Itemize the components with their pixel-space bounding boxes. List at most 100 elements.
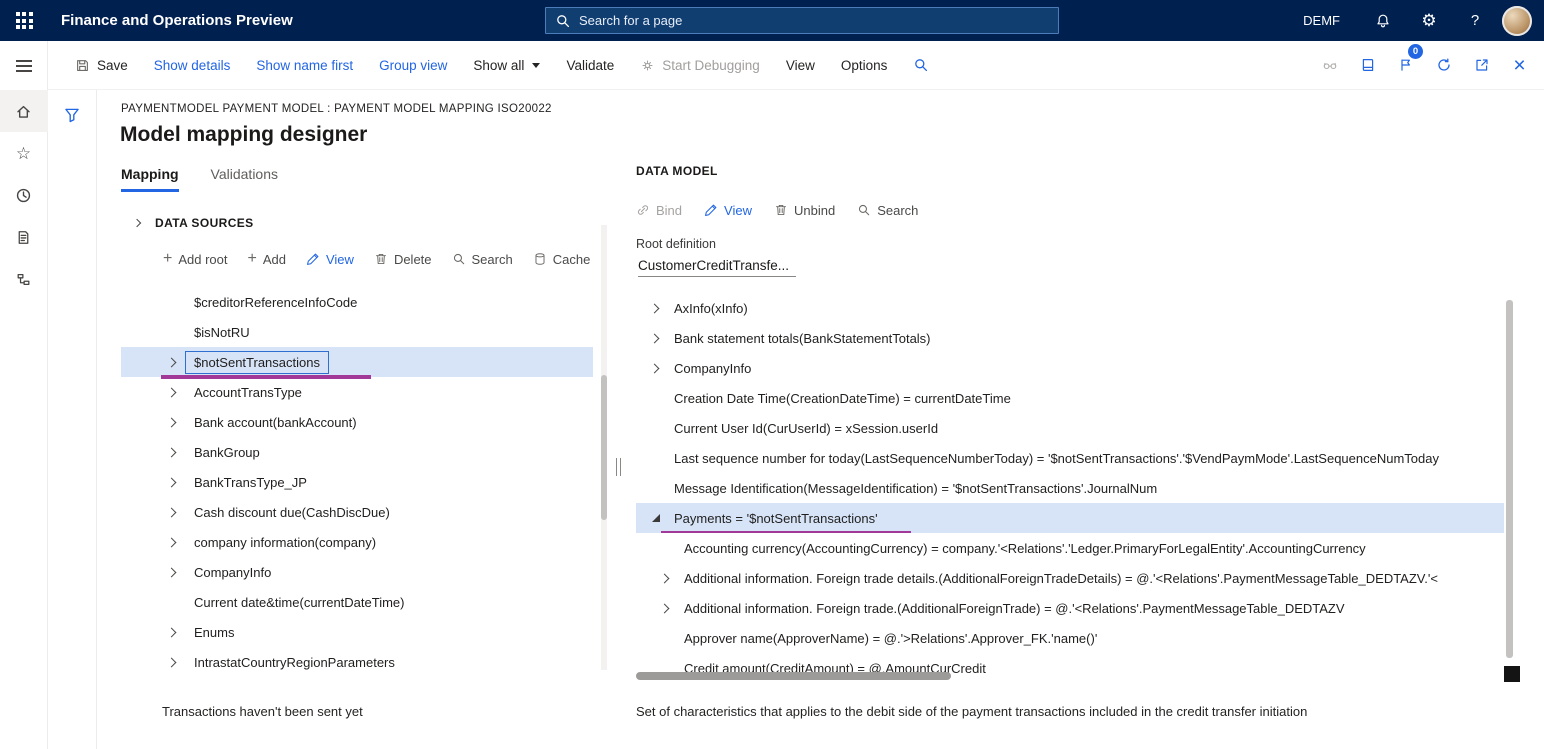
data-model-item[interactable]: Accounting currency(AccountingCurrency) … xyxy=(636,533,1504,563)
expand-chevron-icon[interactable] xyxy=(165,504,181,520)
data-model-item[interactable]: Bank statement totals(BankStatementTotal… xyxy=(636,323,1504,353)
refresh-button[interactable] xyxy=(1429,51,1458,80)
data-source-description: Transactions haven't been sent yet xyxy=(162,704,363,719)
root-definition-input[interactable]: CustomerCreditTransfe... xyxy=(638,258,796,277)
avatar[interactable] xyxy=(1502,6,1532,36)
expand-chevron-icon[interactable] xyxy=(648,330,664,346)
nav-expand-button[interactable] xyxy=(0,41,48,90)
model-search-button[interactable]: Search xyxy=(857,203,918,218)
data-model-item[interactable]: Additional information. Foreign trade.(A… xyxy=(636,593,1504,623)
tab-mapping[interactable]: Mapping xyxy=(121,166,179,192)
scrollbar-thumb[interactable] xyxy=(601,375,607,520)
search-input[interactable] xyxy=(579,13,1049,28)
data-source-item[interactable]: AccountTransType xyxy=(121,377,593,407)
delete-button[interactable]: Delete xyxy=(374,252,432,267)
bind-button[interactable]: Bind xyxy=(636,203,682,218)
add-button[interactable]: +Add xyxy=(248,251,286,267)
validate-button[interactable]: Validate xyxy=(566,58,614,73)
data-model-item[interactable]: Current User Id(CurUserId) = xSession.us… xyxy=(636,413,1504,443)
data-source-item[interactable]: CompanyInfo xyxy=(121,557,593,587)
cache-button[interactable]: Cache xyxy=(533,252,591,267)
waffle-icon xyxy=(16,12,33,29)
expand-chevron-icon[interactable] xyxy=(165,624,181,640)
messages-button[interactable]: 0 xyxy=(1391,51,1420,80)
settings-button[interactable]: ⚙ xyxy=(1406,0,1452,41)
open-new-window-button[interactable] xyxy=(1467,51,1496,80)
app-launcher-button[interactable] xyxy=(0,0,48,41)
options-menu-button[interactable]: Options xyxy=(841,58,888,73)
data-source-item[interactable]: BankGroup xyxy=(121,437,593,467)
expand-chevron-icon[interactable] xyxy=(165,384,181,400)
top-navigation-bar: Finance and Operations Preview DEMF ⚙ ? xyxy=(0,0,1544,41)
data-source-item[interactable]: Enums xyxy=(121,617,593,647)
expand-chevron-icon[interactable] xyxy=(658,600,674,616)
search-icon xyxy=(913,57,929,73)
search-tree-button[interactable]: Search xyxy=(452,252,513,267)
data-source-item[interactable]: BankTransType_JP xyxy=(121,467,593,497)
nav-modules-button[interactable] xyxy=(0,258,48,300)
expand-chevron-icon[interactable] xyxy=(165,444,181,460)
nav-favorites-button[interactable]: ☆ xyxy=(0,132,48,174)
data-model-item[interactable]: Last sequence number for today(LastSeque… xyxy=(636,443,1504,473)
expand-chevron-icon[interactable] xyxy=(165,654,181,670)
show-details-button[interactable]: Show details xyxy=(154,58,231,73)
data-source-item[interactable]: $isNotRU xyxy=(121,317,593,347)
alerts-button[interactable] xyxy=(1360,0,1406,41)
data-source-item[interactable]: company information(company) xyxy=(121,527,593,557)
collapse-section-icon[interactable] xyxy=(129,215,145,231)
nav-workspaces-button[interactable] xyxy=(0,216,48,258)
panel-splitter[interactable] xyxy=(616,458,621,476)
data-model-item[interactable]: Additional information. Foreign trade de… xyxy=(636,563,1504,593)
data-source-item[interactable]: Current date&time(currentDateTime) xyxy=(121,587,593,617)
view-menu-button[interactable]: View xyxy=(786,58,815,73)
data-sources-header: DATA SOURCES xyxy=(155,216,254,230)
show-name-first-button[interactable]: Show name first xyxy=(256,58,353,73)
expand-chevron-icon[interactable] xyxy=(165,354,181,370)
scrollbar-thumb[interactable] xyxy=(1506,300,1513,658)
help-button[interactable]: ? xyxy=(1452,0,1498,41)
nav-home-button[interactable] xyxy=(0,90,48,132)
data-source-item[interactable]: $creditorReferenceInfoCode xyxy=(121,287,593,317)
expand-chevron-icon[interactable] xyxy=(648,300,664,316)
data-model-item[interactable]: Message Identification(MessageIdentifica… xyxy=(636,473,1504,503)
data-model-scrollbar[interactable] xyxy=(1506,300,1513,658)
nav-recent-button[interactable] xyxy=(0,174,48,216)
filter-icon xyxy=(63,106,81,124)
action-search-button[interactable] xyxy=(913,57,929,73)
horizontal-scrollbar[interactable] xyxy=(636,672,951,680)
page-search-box[interactable] xyxy=(545,7,1059,34)
model-view-button[interactable]: View xyxy=(704,203,752,218)
expand-chevron-icon[interactable] xyxy=(648,510,664,526)
left-navigation-rail: ☆ xyxy=(0,41,48,749)
task-guide-button[interactable] xyxy=(1353,51,1382,80)
data-model-item[interactable]: CompanyInfo xyxy=(636,353,1504,383)
data-model-item[interactable]: Creation Date Time(CreationDateTime) = c… xyxy=(636,383,1504,413)
tab-validations[interactable]: Validations xyxy=(211,166,278,192)
expand-chevron-icon[interactable] xyxy=(165,474,181,490)
data-source-item[interactable]: $notSentTransactions xyxy=(121,347,593,377)
reading-mode-button[interactable] xyxy=(1315,51,1344,80)
filter-button[interactable] xyxy=(55,98,89,132)
close-button[interactable]: × xyxy=(1505,51,1534,80)
show-all-dropdown[interactable]: Show all xyxy=(473,58,540,73)
data-model-item[interactable]: Payments = '$notSentTransactions' xyxy=(636,503,1504,533)
view-button[interactable]: View xyxy=(306,252,354,267)
data-sources-scrollbar[interactable] xyxy=(601,225,607,670)
start-debugging-button[interactable]: Start Debugging xyxy=(640,58,760,73)
data-model-item[interactable]: AxInfo(xInfo) xyxy=(636,293,1504,323)
group-view-button[interactable]: Group view xyxy=(379,58,447,73)
data-model-item[interactable]: Approver name(ApproverName) = @.'>Relati… xyxy=(636,623,1504,653)
expand-chevron-icon[interactable] xyxy=(648,360,664,376)
data-source-item[interactable]: Cash discount due(CashDiscDue) xyxy=(121,497,593,527)
save-button[interactable]: Save xyxy=(75,58,128,73)
unbind-button[interactable]: Unbind xyxy=(774,203,835,218)
data-source-item[interactable]: Bank account(bankAccount) xyxy=(121,407,593,437)
company-picker-button[interactable]: DEMF xyxy=(1283,0,1360,41)
expand-chevron-icon[interactable] xyxy=(165,534,181,550)
expand-chevron-icon[interactable] xyxy=(165,564,181,580)
expand-chevron-icon[interactable] xyxy=(658,570,674,586)
add-root-button[interactable]: +Add root xyxy=(163,251,228,267)
expand-chevron-icon[interactable] xyxy=(165,414,181,430)
data-source-item[interactable]: IntrastatCountryRegionParameters xyxy=(121,647,593,677)
data-sources-tree: $creditorReferenceInfoCode $isNotRU $not… xyxy=(121,287,593,677)
